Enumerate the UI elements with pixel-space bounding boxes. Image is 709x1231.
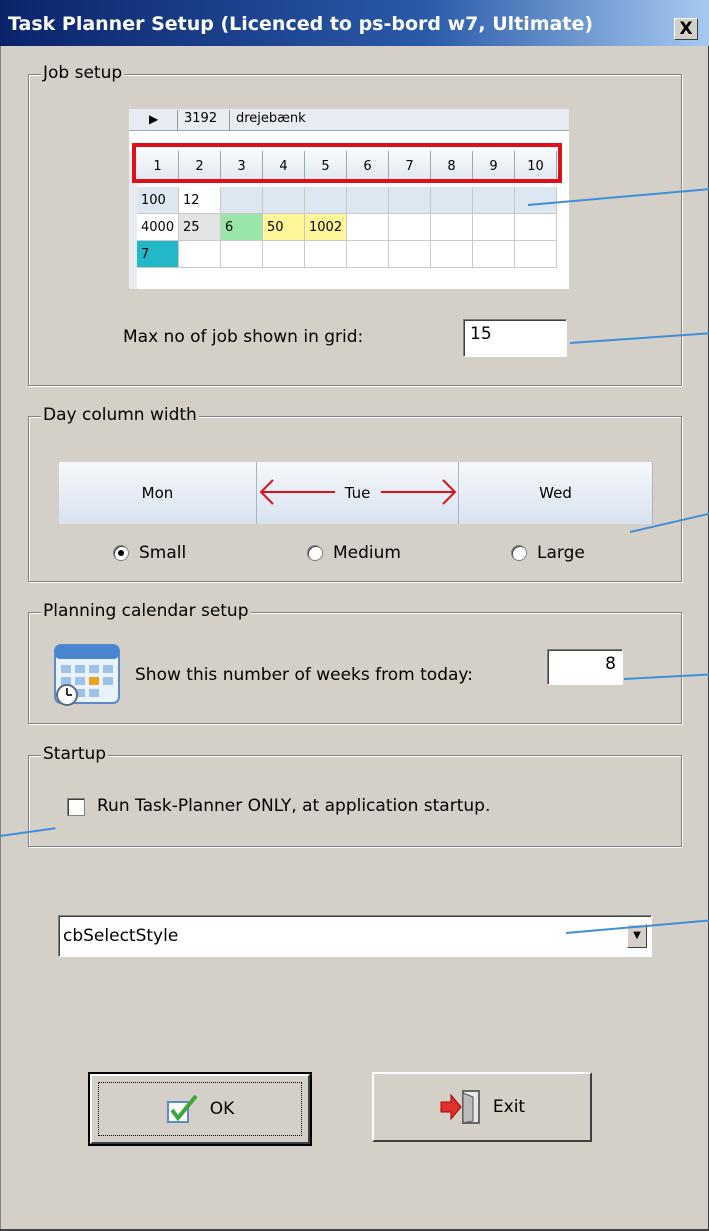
- planning-calendar-group: Planning calendar setup Show this number…: [28, 601, 682, 724]
- grid-cell: [221, 241, 263, 268]
- grid-cell: [515, 214, 557, 241]
- radio-small-label: Small: [139, 543, 187, 563]
- radio-medium[interactable]: Medium: [307, 543, 401, 563]
- job-setup-legend: Job setup: [41, 63, 125, 83]
- grid-cell: 12: [179, 187, 221, 214]
- grid-top-row: ▶ 3192 drejebænk: [129, 109, 569, 131]
- grid-cell: [305, 187, 347, 214]
- grid-cell: [431, 214, 473, 241]
- style-select-value: cbSelectStyle: [63, 926, 179, 946]
- radio-small[interactable]: Small: [113, 543, 186, 563]
- weeks-input[interactable]: 8: [547, 649, 623, 685]
- style-select[interactable]: cbSelectStyle ▼: [58, 915, 652, 957]
- grid-cell: [431, 187, 473, 214]
- grid-cell: [473, 241, 515, 268]
- grid-cell: [473, 187, 515, 214]
- exit-button[interactable]: Exit: [372, 1072, 592, 1142]
- startup-legend: Startup: [41, 744, 109, 764]
- day-column-legend: Day column width: [41, 405, 199, 425]
- radio-large-label: Large: [537, 543, 585, 563]
- grid-top-number: 3192: [177, 110, 217, 130]
- day-column-width-group: Day column width Mon Tue Wed Small Mediu…: [28, 405, 682, 582]
- grid-cell: [515, 241, 557, 268]
- sample-job-grid: ▶ 3192 drejebænk 1 2 3 4 5 6 7 8 9 10 10…: [129, 109, 569, 289]
- radio-large-dot[interactable]: [511, 545, 527, 561]
- exit-button-label: Exit: [492, 1097, 526, 1117]
- startup-group: Startup Run Task-Planner ONLY, at applic…: [28, 744, 682, 847]
- radio-medium-label: Medium: [333, 543, 401, 563]
- day-header-mon: Mon: [59, 462, 257, 524]
- startup-checkbox-label: Run Task-Planner ONLY, at application st…: [97, 796, 491, 816]
- max-jobs-input[interactable]: 15: [463, 319, 567, 357]
- grid-cell: [263, 187, 305, 214]
- grid-cell: 100: [137, 187, 179, 214]
- ok-focus-rect: [98, 1082, 302, 1136]
- grid-cell: [389, 241, 431, 268]
- radio-large[interactable]: Large: [511, 543, 585, 563]
- grid-cell: [515, 187, 557, 214]
- row-pointer-icon: ▶: [149, 112, 159, 126]
- grid-cell: [221, 187, 263, 214]
- max-jobs-label: Max no of job shown in grid:: [123, 327, 364, 347]
- grid-cell: [305, 241, 347, 268]
- grid-cell: [347, 241, 389, 268]
- grid-cell: 6: [221, 214, 263, 241]
- close-button[interactable]: X: [674, 18, 698, 40]
- radio-medium-dot[interactable]: [307, 545, 323, 561]
- planning-legend: Planning calendar setup: [41, 601, 251, 621]
- calendar-icon: [54, 644, 120, 706]
- grid-cell: [473, 214, 515, 241]
- grid-cell: [347, 187, 389, 214]
- grid-cell: 25: [179, 214, 221, 241]
- grid-cell: [179, 241, 221, 268]
- exit-door-icon: [440, 1090, 480, 1124]
- startup-checkbox[interactable]: [67, 798, 85, 816]
- grid-cell: 1002: [305, 214, 347, 241]
- grid-cell: [347, 214, 389, 241]
- grid-cell: 4000: [137, 214, 179, 241]
- grid-cell: 7: [137, 241, 179, 268]
- header-highlight-box: [132, 143, 562, 183]
- ok-button[interactable]: OK: [88, 1072, 312, 1146]
- width-arrow-icon: [259, 479, 457, 505]
- grid-cell: [263, 241, 305, 268]
- grid-cell: [389, 214, 431, 241]
- window-title: Task Planner Setup (Licenced to ps-bord …: [8, 13, 594, 35]
- title-bar: Task Planner Setup (Licenced to ps-bord …: [0, 0, 709, 46]
- day-header-wed: Wed: [459, 462, 653, 524]
- grid-top-name: drejebænk: [229, 110, 306, 130]
- weeks-label: Show this number of weeks from today:: [135, 665, 473, 685]
- grid-cell: 50: [263, 214, 305, 241]
- radio-small-dot[interactable]: [113, 545, 129, 561]
- window-frame-left: [0, 46, 3, 1231]
- job-setup-group: Job setup ▶ 3192 drejebænk 1 2 3 4 5 6 7…: [28, 63, 682, 386]
- grid-cell: [389, 187, 431, 214]
- grid-cell: [431, 241, 473, 268]
